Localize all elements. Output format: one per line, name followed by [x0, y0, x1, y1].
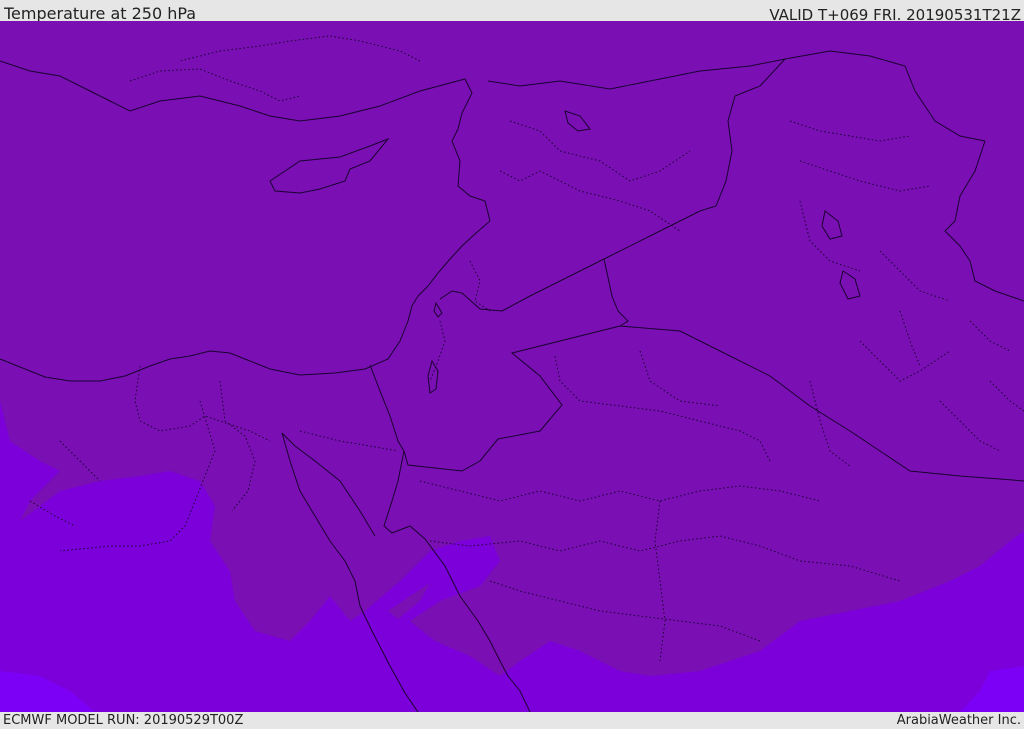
map-canvas [0, 21, 1024, 712]
footer-bar: ECMWF MODEL RUN: 20190529T00Z ArabiaWeat… [0, 712, 1024, 729]
weather-map[interactable] [0, 21, 1024, 712]
credit-label: ArabiaWeather Inc. [896, 713, 1021, 728]
model-run-label: ECMWF MODEL RUN: 20190529T00Z [3, 713, 244, 728]
header-bar: Temperature at 250 hPa VALID T+069 FRI. … [0, 0, 1024, 24]
